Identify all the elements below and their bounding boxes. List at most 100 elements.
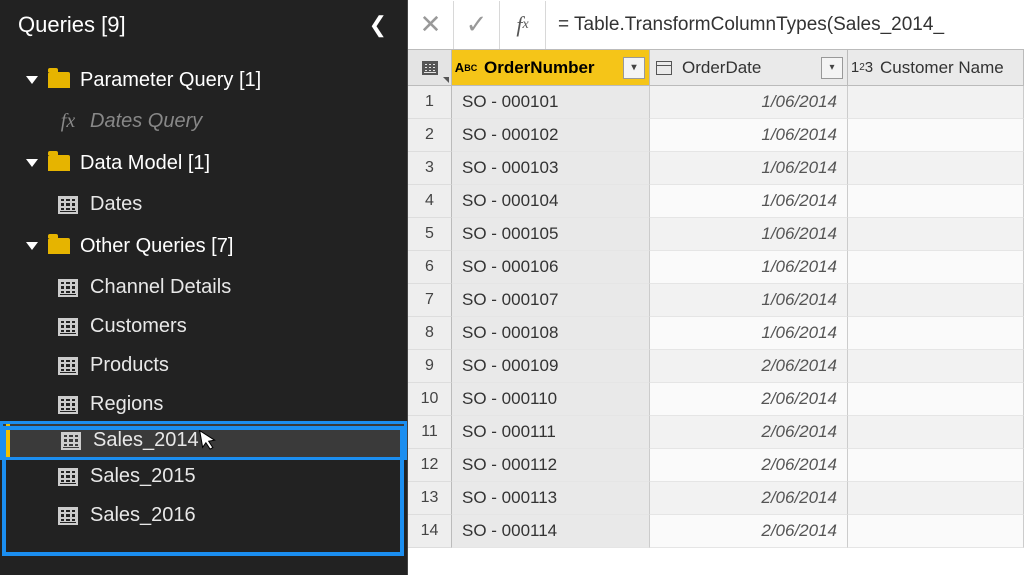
- query-item-sales-2016[interactable]: Sales_2016: [0, 496, 407, 535]
- row-number[interactable]: 10: [408, 383, 452, 416]
- query-item-products[interactable]: Products: [0, 346, 407, 385]
- cell-customer[interactable]: [848, 350, 1024, 383]
- cell-ordernumber[interactable]: SO - 000111: [452, 416, 650, 449]
- cell-ordernumber[interactable]: SO - 000103: [452, 152, 650, 185]
- cell-customer[interactable]: [848, 284, 1024, 317]
- cell-customer[interactable]: [848, 152, 1024, 185]
- cell-ordernumber[interactable]: SO - 000104: [452, 185, 650, 218]
- column-header-customername[interactable]: 123 Customer Name: [848, 50, 1024, 86]
- query-item-regions[interactable]: Regions: [0, 385, 407, 424]
- cell-orderdate[interactable]: 2/06/2014: [650, 449, 848, 482]
- row-number[interactable]: 7: [408, 284, 452, 317]
- collapse-sidebar-icon[interactable]: ❮: [365, 8, 391, 42]
- row-number[interactable]: 4: [408, 185, 452, 218]
- folder-icon: [48, 155, 70, 171]
- fx-button[interactable]: fx: [500, 1, 546, 49]
- item-label: Dates Query: [90, 110, 202, 133]
- cell-orderdate[interactable]: 1/06/2014: [650, 317, 848, 350]
- cell-ordernumber[interactable]: SO - 000110: [452, 383, 650, 416]
- column-filter-button[interactable]: ▾: [623, 57, 645, 79]
- cell-customer[interactable]: [848, 185, 1024, 218]
- commit-formula-button[interactable]: ✓: [454, 1, 500, 49]
- cell-ordernumber[interactable]: SO - 000106: [452, 251, 650, 284]
- table-row[interactable]: 10SO - 0001102/06/2014: [408, 383, 1024, 416]
- row-number[interactable]: 3: [408, 152, 452, 185]
- query-item-customers[interactable]: Customers: [0, 307, 407, 346]
- table-icon: [61, 432, 81, 450]
- table-row[interactable]: 2SO - 0001021/06/2014: [408, 119, 1024, 152]
- formula-input[interactable]: [546, 0, 1024, 49]
- query-item-sales-2014[interactable]: Sales_2014: [0, 421, 407, 460]
- cell-orderdate[interactable]: 1/06/2014: [650, 119, 848, 152]
- table-row[interactable]: 5SO - 0001051/06/2014: [408, 218, 1024, 251]
- table-row[interactable]: 3SO - 0001031/06/2014: [408, 152, 1024, 185]
- cell-orderdate[interactable]: 2/06/2014: [650, 515, 848, 548]
- query-item-dates[interactable]: Dates: [0, 185, 407, 224]
- cell-customer[interactable]: [848, 86, 1024, 119]
- cell-orderdate[interactable]: 1/06/2014: [650, 284, 848, 317]
- cell-ordernumber[interactable]: SO - 000101: [452, 86, 650, 119]
- cancel-formula-button[interactable]: ✕: [408, 1, 454, 49]
- group-parameter-query[interactable]: Parameter Query [1]: [0, 58, 407, 102]
- item-label: Products: [90, 354, 169, 377]
- table-row[interactable]: 13SO - 0001132/06/2014: [408, 482, 1024, 515]
- query-item-dates-query[interactable]: fx Dates Query: [0, 102, 407, 141]
- table-row[interactable]: 9SO - 0001092/06/2014: [408, 350, 1024, 383]
- cell-ordernumber[interactable]: SO - 000102: [452, 119, 650, 152]
- cell-customer[interactable]: [848, 119, 1024, 152]
- row-number[interactable]: 5: [408, 218, 452, 251]
- cell-customer[interactable]: [848, 482, 1024, 515]
- cell-orderdate[interactable]: 2/06/2014: [650, 350, 848, 383]
- row-number[interactable]: 11: [408, 416, 452, 449]
- cell-ordernumber[interactable]: SO - 000107: [452, 284, 650, 317]
- cell-customer[interactable]: [848, 383, 1024, 416]
- cell-orderdate[interactable]: 1/06/2014: [650, 152, 848, 185]
- table-row[interactable]: 14SO - 0001142/06/2014: [408, 515, 1024, 548]
- cell-ordernumber[interactable]: SO - 000112: [452, 449, 650, 482]
- table-icon: [58, 196, 78, 214]
- cell-customer[interactable]: [848, 251, 1024, 284]
- row-number[interactable]: 9: [408, 350, 452, 383]
- data-grid: ABC OrderNumber ▾ OrderDate ▾ 123 Custom…: [408, 50, 1024, 575]
- cell-ordernumber[interactable]: SO - 000108: [452, 317, 650, 350]
- row-number[interactable]: 8: [408, 317, 452, 350]
- cell-customer[interactable]: [848, 317, 1024, 350]
- table-row[interactable]: 11SO - 0001112/06/2014: [408, 416, 1024, 449]
- cell-orderdate[interactable]: 2/06/2014: [650, 383, 848, 416]
- table-row[interactable]: 6SO - 0001061/06/2014: [408, 251, 1024, 284]
- select-all-corner[interactable]: [408, 50, 452, 86]
- table-row[interactable]: 1SO - 0001011/06/2014: [408, 86, 1024, 119]
- cell-ordernumber[interactable]: SO - 000113: [452, 482, 650, 515]
- column-header-orderdate[interactable]: OrderDate ▾: [650, 50, 848, 86]
- row-number[interactable]: 1: [408, 86, 452, 119]
- cell-orderdate[interactable]: 1/06/2014: [650, 185, 848, 218]
- cell-orderdate[interactable]: 1/06/2014: [650, 86, 848, 119]
- row-number[interactable]: 12: [408, 449, 452, 482]
- table-row[interactable]: 4SO - 0001041/06/2014: [408, 185, 1024, 218]
- row-number[interactable]: 2: [408, 119, 452, 152]
- cell-customer[interactable]: [848, 416, 1024, 449]
- table-row[interactable]: 7SO - 0001071/06/2014: [408, 284, 1024, 317]
- cell-customer[interactable]: [848, 218, 1024, 251]
- cell-orderdate[interactable]: 2/06/2014: [650, 482, 848, 515]
- cell-ordernumber[interactable]: SO - 000114: [452, 515, 650, 548]
- cell-ordernumber[interactable]: SO - 000109: [452, 350, 650, 383]
- group-data-model[interactable]: Data Model [1]: [0, 141, 407, 185]
- row-number[interactable]: 14: [408, 515, 452, 548]
- row-number[interactable]: 13: [408, 482, 452, 515]
- cell-customer[interactable]: [848, 515, 1024, 548]
- column-filter-button[interactable]: ▾: [821, 57, 843, 79]
- cell-orderdate[interactable]: 1/06/2014: [650, 251, 848, 284]
- column-header-ordernumber[interactable]: ABC OrderNumber ▾: [452, 50, 650, 86]
- group-other-queries[interactable]: Other Queries [7]: [0, 224, 407, 268]
- cell-customer[interactable]: [848, 449, 1024, 482]
- query-item-sales-2015[interactable]: Sales_2015: [0, 457, 407, 496]
- row-number[interactable]: 6: [408, 251, 452, 284]
- query-item-channel-details[interactable]: Channel Details: [0, 268, 407, 307]
- cell-ordernumber[interactable]: SO - 000105: [452, 218, 650, 251]
- table-row[interactable]: 12SO - 0001122/06/2014: [408, 449, 1024, 482]
- cell-orderdate[interactable]: 2/06/2014: [650, 416, 848, 449]
- table-row[interactable]: 8SO - 0001081/06/2014: [408, 317, 1024, 350]
- queries-sidebar: Queries [9] ❮ Parameter Query [1] fx Dat…: [0, 0, 407, 575]
- cell-orderdate[interactable]: 1/06/2014: [650, 218, 848, 251]
